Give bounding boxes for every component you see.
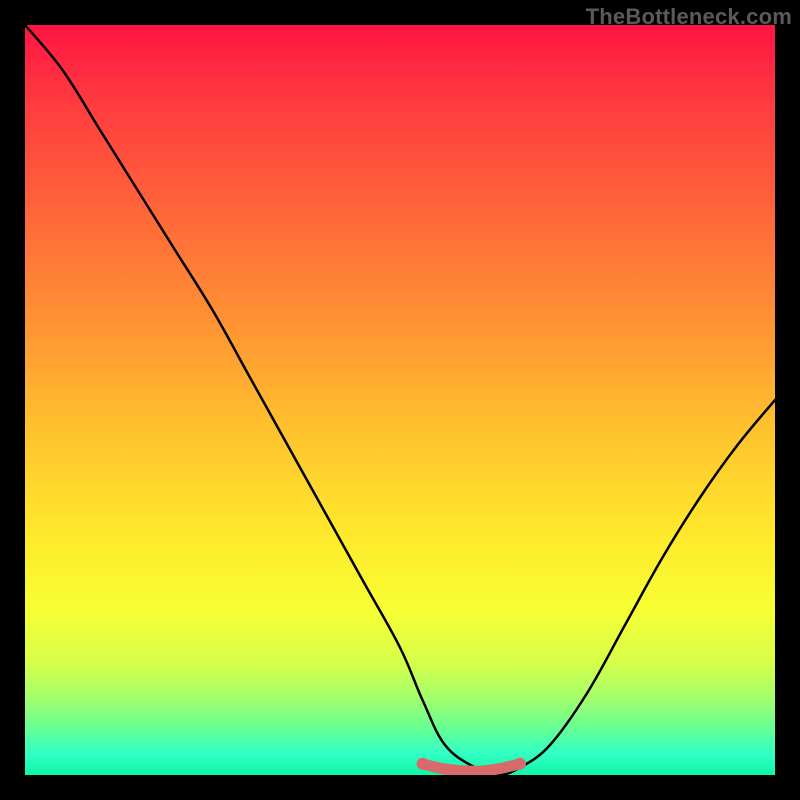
plot-area [25, 25, 775, 775]
watermark-text: TheBottleneck.com [586, 4, 792, 30]
optimal-region-end-left [417, 758, 429, 770]
bottleneck-chart [25, 25, 775, 775]
chart-frame: TheBottleneck.com [0, 0, 800, 800]
gradient-background [25, 25, 775, 775]
optimal-region-end-right [514, 758, 526, 770]
